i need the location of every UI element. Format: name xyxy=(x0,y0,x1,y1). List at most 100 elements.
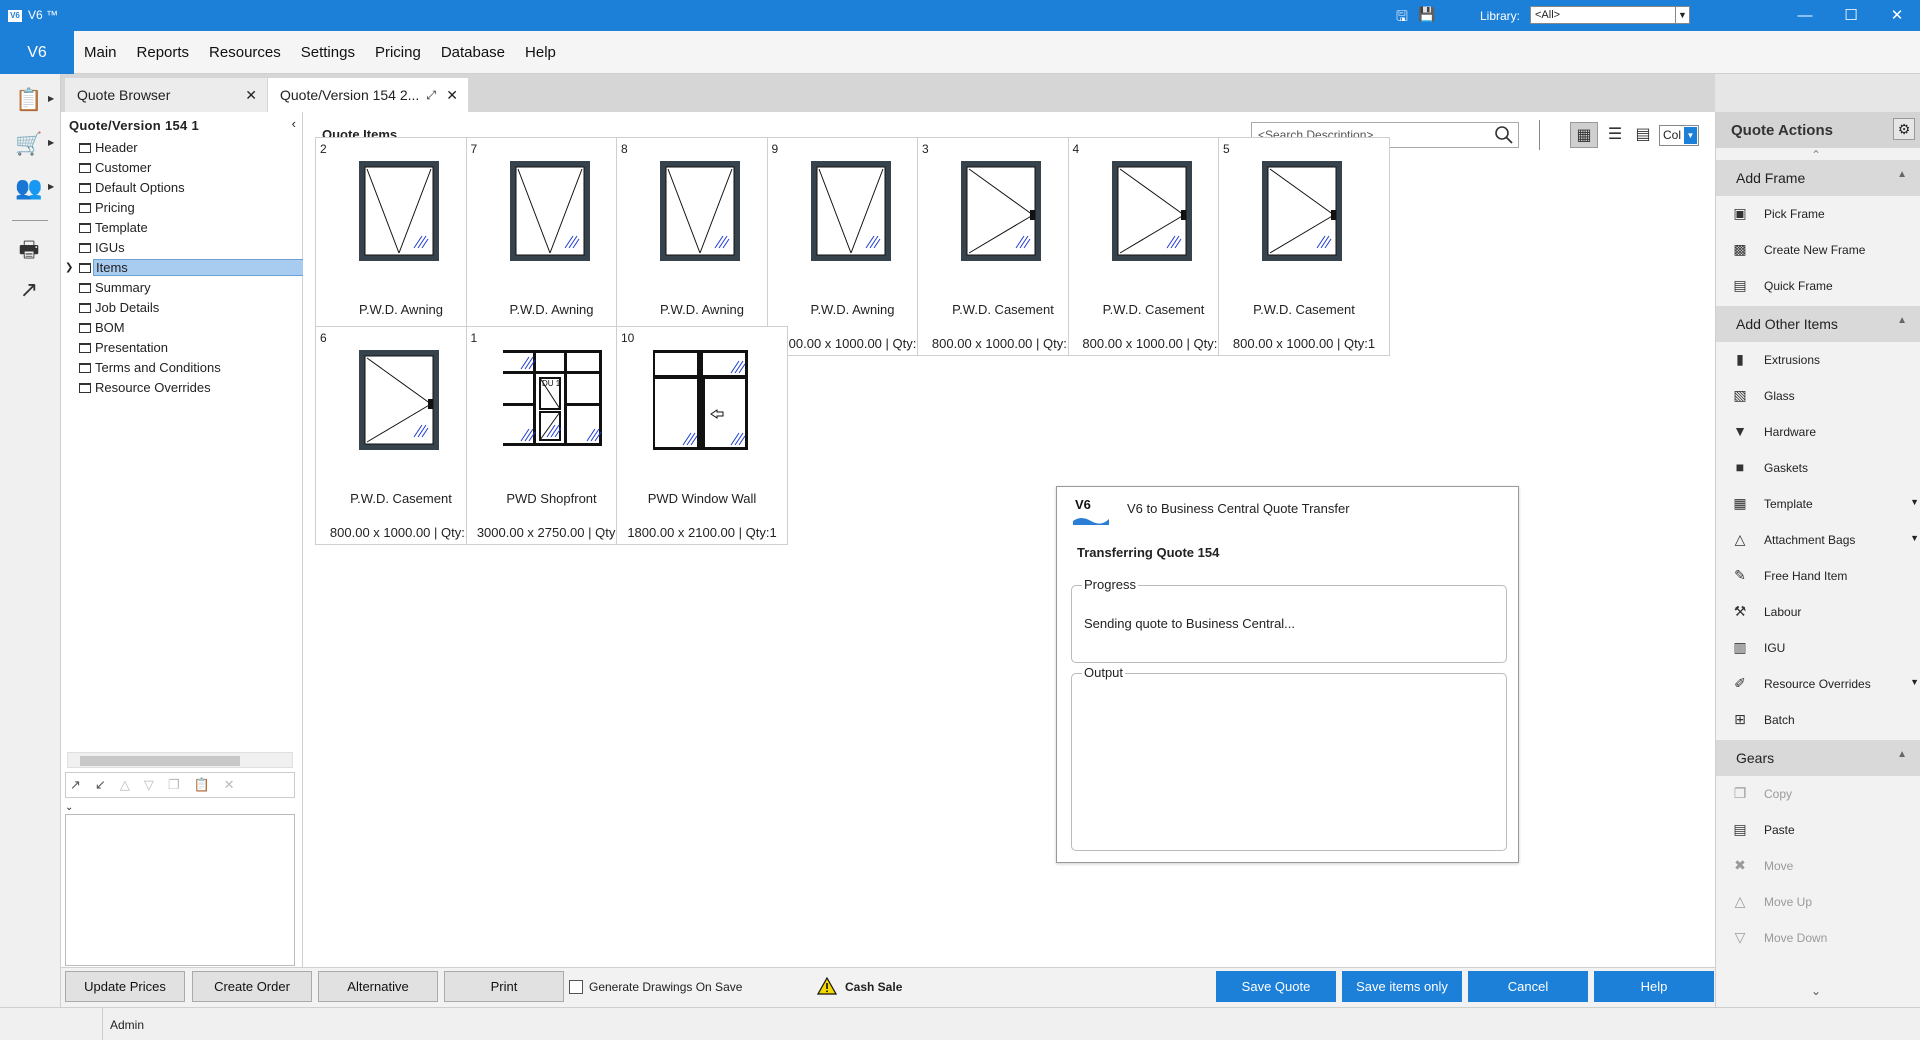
close-icon[interactable]: ✕ xyxy=(446,78,458,112)
quote-list-icon[interactable]: 📋 xyxy=(12,84,46,116)
action-extrusions[interactable]: ▮ Extrusions xyxy=(1716,342,1920,378)
action-gaskets[interactable]: ■ Gaskets xyxy=(1716,450,1920,486)
detail-view-icon[interactable]: ▤ xyxy=(1629,122,1657,148)
chevron-down-icon[interactable]: ⌄ xyxy=(65,802,73,813)
quote-item-card[interactable]: 5 P.W.D. Casement 800.00 x 1000.00 | Qty… xyxy=(1218,137,1390,356)
tree-node-igus[interactable]: IGUs xyxy=(79,238,299,258)
printer-icon[interactable]: 🖶 xyxy=(12,234,46,266)
tree-node-terms-and-conditions[interactable]: Terms and Conditions xyxy=(79,358,299,378)
quote-item-card[interactable]: 2 P.W.D. Awning 800.00 x 1000.00 | Qty:1 xyxy=(315,137,487,356)
action-hardware[interactable]: ▼ Hardware xyxy=(1716,414,1920,450)
action-quick-frame[interactable]: ▤ Quick Frame xyxy=(1716,268,1920,304)
tree-node-customer[interactable]: Customer xyxy=(79,158,299,178)
action-create-new-frame[interactable]: ▩ Create New Frame xyxy=(1716,232,1920,268)
rail-expand-icon[interactable]: ▶ xyxy=(48,94,54,103)
chevron-down-icon[interactable]: ▼ xyxy=(1684,127,1697,144)
generate-drawings-checkbox[interactable] xyxy=(569,980,583,994)
action-move[interactable]: ✖ Move xyxy=(1716,848,1920,884)
help-button[interactable]: Help xyxy=(1594,971,1714,1002)
expand-arrow-icon[interactable]: ❯ xyxy=(65,258,73,278)
export-icon[interactable]: ↗ xyxy=(12,274,46,306)
chevron-down-icon[interactable]: ▼ xyxy=(1675,7,1689,23)
tree-node-header[interactable]: Header xyxy=(79,138,299,158)
quote-item-card[interactable]: 9 P.W.D. Awning 800.00 x 1000.00 | Qty:1 xyxy=(766,137,939,356)
minimize-button[interactable]: — xyxy=(1782,0,1828,31)
menu-help[interactable]: Help xyxy=(515,31,566,74)
collapse-panel-icon[interactable]: ‹ xyxy=(292,116,296,131)
maximize-button[interactable]: ☐ xyxy=(1828,0,1874,31)
move-down-icon[interactable]: ▽ xyxy=(144,777,154,793)
arrow-up-right-icon[interactable]: ↗ xyxy=(70,777,81,793)
tab-quote-browser[interactable]: Quote Browser ✕ xyxy=(65,78,267,112)
action-igu[interactable]: ▥ IGU xyxy=(1716,630,1920,666)
collapse-icon[interactable]: ▲ xyxy=(1897,169,1907,180)
customers-icon[interactable]: 👥 xyxy=(12,172,46,204)
section-gears[interactable]: Gears ▲ xyxy=(1716,740,1920,776)
menu-resources[interactable]: Resources xyxy=(199,31,291,74)
menu-settings[interactable]: Settings xyxy=(291,31,365,74)
tree-node-summary[interactable]: Summary xyxy=(79,278,299,298)
rail-expand-icon[interactable]: ▶ xyxy=(48,182,54,191)
action-free-hand-item[interactable]: ✎ Free Hand Item xyxy=(1716,558,1920,594)
tab-quote-version[interactable]: Quote/Version 154 2... ⤢ ✕ xyxy=(268,78,468,112)
print-button[interactable]: Print xyxy=(444,971,564,1002)
tree-node-job-details[interactable]: Job Details xyxy=(79,298,299,318)
rail-expand-icon[interactable]: ▶ xyxy=(48,138,54,147)
columns-select[interactable]: Col ▼ xyxy=(1659,125,1699,146)
list-view-icon[interactable]: ☰ xyxy=(1601,122,1629,148)
tree-node-bom[interactable]: BOM xyxy=(79,318,299,338)
quote-item-card[interactable]: 10 PWD Window Wall 1800.00 x 2100.00 | Q… xyxy=(616,326,788,545)
quote-item-card[interactable]: 4 P.W.D. Casement 800.00 x 1000.00 | Qty… xyxy=(1067,137,1240,356)
action-pick-frame[interactable]: ▣ Pick Frame xyxy=(1716,196,1920,232)
action-copy[interactable]: ❐ Copy xyxy=(1716,776,1920,812)
tree-node-resource-overrides[interactable]: Resource Overrides xyxy=(79,378,299,398)
quote-item-card[interactable]: 3 P.W.D. Casement 800.00 x 1000.00 | Qty… xyxy=(917,137,1089,356)
quote-item-card[interactable]: 7 P.W.D. Awning 800.00 x 1000.00 | Qty:1 xyxy=(465,137,638,356)
tree-root[interactable]: Quote/Version 154 1 xyxy=(69,118,199,133)
gear-icon[interactable]: ⚙ xyxy=(1893,118,1915,140)
menu-database[interactable]: Database xyxy=(431,31,515,74)
paste-icon[interactable]: 📋 xyxy=(193,777,209,793)
tree-node-default-options[interactable]: Default Options xyxy=(79,178,299,198)
action-resource-overrides[interactable]: ✐ Resource Overrides ▼ xyxy=(1716,666,1920,702)
action-move-down[interactable]: ▽ Move Down xyxy=(1716,920,1920,956)
chevron-down-icon[interactable]: ▼ xyxy=(1910,497,1919,507)
search-icon[interactable] xyxy=(1494,125,1514,145)
move-up-icon[interactable]: △ xyxy=(120,777,130,793)
section-add-other-items[interactable]: Add Other Items ▲ xyxy=(1716,306,1920,342)
cancel-button[interactable]: Cancel xyxy=(1468,971,1588,1002)
grid-view-icon[interactable]: ▦ xyxy=(1570,122,1598,148)
copy-icon[interactable]: ❐ xyxy=(168,777,180,793)
scroll-down-icon[interactable]: ⌄ xyxy=(1811,984,1821,998)
action-glass[interactable]: ▧ Glass xyxy=(1716,378,1920,414)
action-labour[interactable]: ⚒ Labour xyxy=(1716,594,1920,630)
horizontal-scrollbar[interactable] xyxy=(67,752,293,768)
quote-item-card[interactable]: 8 P.W.D. Awning 800.00 x 1000.00 | Qty:1 xyxy=(616,137,788,356)
quote-item-card[interactable]: 1 DU 1 PWD Shopfront 3000.00 x 2750.00 |… xyxy=(465,326,638,545)
action-batch[interactable]: ⊞ Batch xyxy=(1716,702,1920,738)
alternative-button[interactable]: Alternative xyxy=(318,971,438,1002)
save-all-icon[interactable]: 💾 xyxy=(1418,6,1436,24)
collapse-icon[interactable]: ▲ xyxy=(1897,749,1907,760)
chevron-down-icon[interactable]: ▼ xyxy=(1910,677,1919,687)
action-attachment-bags[interactable]: △ Attachment Bags ▼ xyxy=(1716,522,1920,558)
quote-item-card[interactable]: 6 P.W.D. Casement 800.00 x 1000.00 | Qty… xyxy=(315,326,487,545)
chevron-down-icon[interactable]: ▼ xyxy=(1910,533,1919,543)
close-icon[interactable]: ✕ xyxy=(245,78,257,112)
library-select[interactable]: <All> ▼ xyxy=(1530,6,1690,24)
action-move-up[interactable]: △ Move Up xyxy=(1716,884,1920,920)
menu-reports[interactable]: Reports xyxy=(127,31,200,74)
delete-icon[interactable]: ✕ xyxy=(224,777,235,793)
save-icon[interactable]: 🖫 xyxy=(1393,6,1411,24)
collapse-icon[interactable]: ▲ xyxy=(1897,315,1907,326)
create-order-button[interactable]: Create Order xyxy=(192,971,312,1002)
section-add-frame[interactable]: Add Frame ▲ xyxy=(1716,160,1920,196)
tree-node-items[interactable]: ❯ Items xyxy=(65,258,309,278)
save-items-only-button[interactable]: Save items only xyxy=(1342,971,1462,1002)
update-prices-button[interactable]: Update Prices xyxy=(65,971,185,1002)
menu-main[interactable]: Main xyxy=(74,31,127,74)
arrow-down-left-icon[interactable]: ↙ xyxy=(95,777,106,793)
tree-node-presentation[interactable]: Presentation xyxy=(79,338,299,358)
menu-pricing[interactable]: Pricing xyxy=(365,31,431,74)
save-quote-button[interactable]: Save Quote xyxy=(1216,971,1336,1002)
